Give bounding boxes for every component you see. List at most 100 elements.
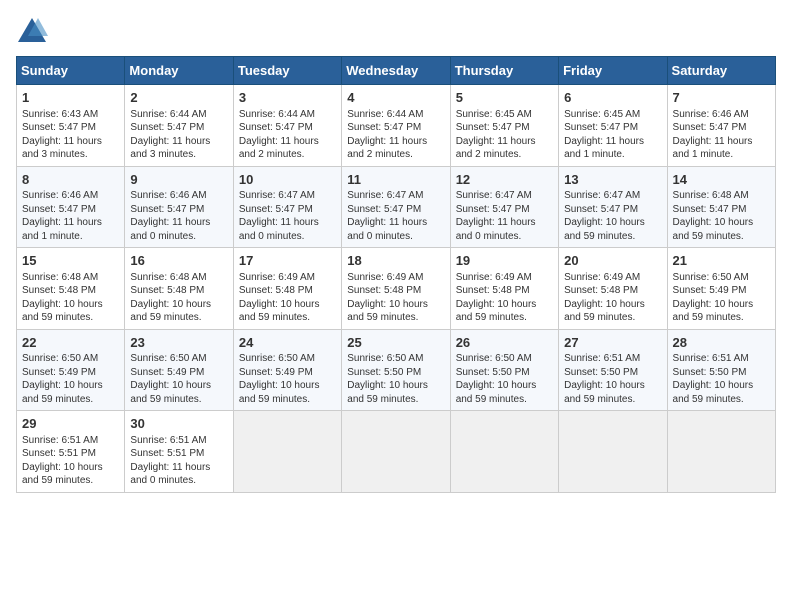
day-info: Sunrise: 6:48 AMSunset: 5:48 PMDaylight:… bbox=[22, 271, 119, 325]
calendar-cell: 12Sunrise: 6:47 AMSunset: 5:47 PMDayligh… bbox=[450, 166, 558, 248]
day-info: Sunrise: 6:44 AMSunset: 5:47 PMDaylight:… bbox=[239, 108, 336, 162]
calendar-cell: 27Sunrise: 6:51 AMSunset: 5:50 PMDayligh… bbox=[559, 329, 667, 411]
day-info: Sunrise: 6:46 AMSunset: 5:47 PMDaylight:… bbox=[130, 189, 227, 243]
calendar-cell bbox=[667, 411, 775, 493]
day-info: Sunrise: 6:51 AMSunset: 5:50 PMDaylight:… bbox=[564, 352, 661, 406]
day-info: Sunrise: 6:44 AMSunset: 5:47 PMDaylight:… bbox=[347, 108, 444, 162]
day-info: Sunrise: 6:50 AMSunset: 5:49 PMDaylight:… bbox=[130, 352, 227, 406]
header-saturday: Saturday bbox=[667, 57, 775, 85]
calendar-week-3: 15Sunrise: 6:48 AMSunset: 5:48 PMDayligh… bbox=[17, 248, 776, 330]
calendar-cell: 25Sunrise: 6:50 AMSunset: 5:50 PMDayligh… bbox=[342, 329, 450, 411]
day-number: 3 bbox=[239, 89, 336, 107]
calendar-cell bbox=[233, 411, 341, 493]
day-info: Sunrise: 6:48 AMSunset: 5:47 PMDaylight:… bbox=[673, 189, 770, 243]
calendar-cell: 17Sunrise: 6:49 AMSunset: 5:48 PMDayligh… bbox=[233, 248, 341, 330]
day-info: Sunrise: 6:50 AMSunset: 5:50 PMDaylight:… bbox=[456, 352, 553, 406]
day-number: 15 bbox=[22, 252, 119, 270]
calendar-cell bbox=[342, 411, 450, 493]
day-number: 17 bbox=[239, 252, 336, 270]
day-info: Sunrise: 6:49 AMSunset: 5:48 PMDaylight:… bbox=[564, 271, 661, 325]
day-number: 30 bbox=[130, 415, 227, 433]
day-number: 28 bbox=[673, 334, 770, 352]
day-info: Sunrise: 6:50 AMSunset: 5:49 PMDaylight:… bbox=[239, 352, 336, 406]
day-number: 22 bbox=[22, 334, 119, 352]
day-info: Sunrise: 6:48 AMSunset: 5:48 PMDaylight:… bbox=[130, 271, 227, 325]
day-number: 24 bbox=[239, 334, 336, 352]
calendar-cell bbox=[450, 411, 558, 493]
calendar-cell: 21Sunrise: 6:50 AMSunset: 5:49 PMDayligh… bbox=[667, 248, 775, 330]
calendar-cell: 26Sunrise: 6:50 AMSunset: 5:50 PMDayligh… bbox=[450, 329, 558, 411]
calendar-week-2: 8Sunrise: 6:46 AMSunset: 5:47 PMDaylight… bbox=[17, 166, 776, 248]
calendar-cell: 1Sunrise: 6:43 AMSunset: 5:47 PMDaylight… bbox=[17, 85, 125, 167]
calendar-cell: 23Sunrise: 6:50 AMSunset: 5:49 PMDayligh… bbox=[125, 329, 233, 411]
header-friday: Friday bbox=[559, 57, 667, 85]
day-info: Sunrise: 6:51 AMSunset: 5:51 PMDaylight:… bbox=[130, 434, 227, 488]
day-number: 13 bbox=[564, 171, 661, 189]
header-row: SundayMondayTuesdayWednesdayThursdayFrid… bbox=[17, 57, 776, 85]
header-sunday: Sunday bbox=[17, 57, 125, 85]
calendar-cell: 29Sunrise: 6:51 AMSunset: 5:51 PMDayligh… bbox=[17, 411, 125, 493]
day-info: Sunrise: 6:45 AMSunset: 5:47 PMDaylight:… bbox=[564, 108, 661, 162]
day-number: 1 bbox=[22, 89, 119, 107]
day-number: 11 bbox=[347, 171, 444, 189]
page-header bbox=[16, 16, 776, 44]
calendar-cell: 28Sunrise: 6:51 AMSunset: 5:50 PMDayligh… bbox=[667, 329, 775, 411]
calendar-cell: 24Sunrise: 6:50 AMSunset: 5:49 PMDayligh… bbox=[233, 329, 341, 411]
day-info: Sunrise: 6:43 AMSunset: 5:47 PMDaylight:… bbox=[22, 108, 119, 162]
calendar-cell: 30Sunrise: 6:51 AMSunset: 5:51 PMDayligh… bbox=[125, 411, 233, 493]
calendar-cell: 10Sunrise: 6:47 AMSunset: 5:47 PMDayligh… bbox=[233, 166, 341, 248]
day-number: 9 bbox=[130, 171, 227, 189]
day-number: 12 bbox=[456, 171, 553, 189]
calendar-cell: 7Sunrise: 6:46 AMSunset: 5:47 PMDaylight… bbox=[667, 85, 775, 167]
calendar-cell: 22Sunrise: 6:50 AMSunset: 5:49 PMDayligh… bbox=[17, 329, 125, 411]
calendar-cell: 3Sunrise: 6:44 AMSunset: 5:47 PMDaylight… bbox=[233, 85, 341, 167]
day-info: Sunrise: 6:51 AMSunset: 5:51 PMDaylight:… bbox=[22, 434, 119, 488]
calendar-cell: 14Sunrise: 6:48 AMSunset: 5:47 PMDayligh… bbox=[667, 166, 775, 248]
logo-icon bbox=[16, 16, 48, 44]
calendar-cell: 18Sunrise: 6:49 AMSunset: 5:48 PMDayligh… bbox=[342, 248, 450, 330]
day-info: Sunrise: 6:51 AMSunset: 5:50 PMDaylight:… bbox=[673, 352, 770, 406]
day-number: 6 bbox=[564, 89, 661, 107]
calendar-cell: 2Sunrise: 6:44 AMSunset: 5:47 PMDaylight… bbox=[125, 85, 233, 167]
day-number: 23 bbox=[130, 334, 227, 352]
day-number: 10 bbox=[239, 171, 336, 189]
day-info: Sunrise: 6:50 AMSunset: 5:50 PMDaylight:… bbox=[347, 352, 444, 406]
logo bbox=[16, 16, 52, 44]
day-number: 4 bbox=[347, 89, 444, 107]
calendar-cell: 6Sunrise: 6:45 AMSunset: 5:47 PMDaylight… bbox=[559, 85, 667, 167]
header-wednesday: Wednesday bbox=[342, 57, 450, 85]
day-info: Sunrise: 6:44 AMSunset: 5:47 PMDaylight:… bbox=[130, 108, 227, 162]
day-number: 25 bbox=[347, 334, 444, 352]
day-info: Sunrise: 6:47 AMSunset: 5:47 PMDaylight:… bbox=[347, 189, 444, 243]
calendar-cell: 20Sunrise: 6:49 AMSunset: 5:48 PMDayligh… bbox=[559, 248, 667, 330]
header-tuesday: Tuesday bbox=[233, 57, 341, 85]
calendar-cell: 5Sunrise: 6:45 AMSunset: 5:47 PMDaylight… bbox=[450, 85, 558, 167]
header-thursday: Thursday bbox=[450, 57, 558, 85]
day-number: 8 bbox=[22, 171, 119, 189]
calendar-week-5: 29Sunrise: 6:51 AMSunset: 5:51 PMDayligh… bbox=[17, 411, 776, 493]
calendar-cell: 15Sunrise: 6:48 AMSunset: 5:48 PMDayligh… bbox=[17, 248, 125, 330]
day-number: 2 bbox=[130, 89, 227, 107]
day-number: 16 bbox=[130, 252, 227, 270]
day-info: Sunrise: 6:47 AMSunset: 5:47 PMDaylight:… bbox=[456, 189, 553, 243]
day-number: 21 bbox=[673, 252, 770, 270]
day-info: Sunrise: 6:46 AMSunset: 5:47 PMDaylight:… bbox=[22, 189, 119, 243]
calendar-cell: 19Sunrise: 6:49 AMSunset: 5:48 PMDayligh… bbox=[450, 248, 558, 330]
calendar-cell: 4Sunrise: 6:44 AMSunset: 5:47 PMDaylight… bbox=[342, 85, 450, 167]
day-info: Sunrise: 6:47 AMSunset: 5:47 PMDaylight:… bbox=[564, 189, 661, 243]
day-info: Sunrise: 6:49 AMSunset: 5:48 PMDaylight:… bbox=[347, 271, 444, 325]
day-number: 29 bbox=[22, 415, 119, 433]
calendar-cell: 9Sunrise: 6:46 AMSunset: 5:47 PMDaylight… bbox=[125, 166, 233, 248]
day-info: Sunrise: 6:50 AMSunset: 5:49 PMDaylight:… bbox=[22, 352, 119, 406]
calendar-week-4: 22Sunrise: 6:50 AMSunset: 5:49 PMDayligh… bbox=[17, 329, 776, 411]
day-info: Sunrise: 6:49 AMSunset: 5:48 PMDaylight:… bbox=[239, 271, 336, 325]
day-info: Sunrise: 6:46 AMSunset: 5:47 PMDaylight:… bbox=[673, 108, 770, 162]
calendar-cell: 8Sunrise: 6:46 AMSunset: 5:47 PMDaylight… bbox=[17, 166, 125, 248]
day-info: Sunrise: 6:47 AMSunset: 5:47 PMDaylight:… bbox=[239, 189, 336, 243]
day-info: Sunrise: 6:50 AMSunset: 5:49 PMDaylight:… bbox=[673, 271, 770, 325]
day-info: Sunrise: 6:45 AMSunset: 5:47 PMDaylight:… bbox=[456, 108, 553, 162]
header-monday: Monday bbox=[125, 57, 233, 85]
day-number: 14 bbox=[673, 171, 770, 189]
day-number: 18 bbox=[347, 252, 444, 270]
calendar-week-1: 1Sunrise: 6:43 AMSunset: 5:47 PMDaylight… bbox=[17, 85, 776, 167]
